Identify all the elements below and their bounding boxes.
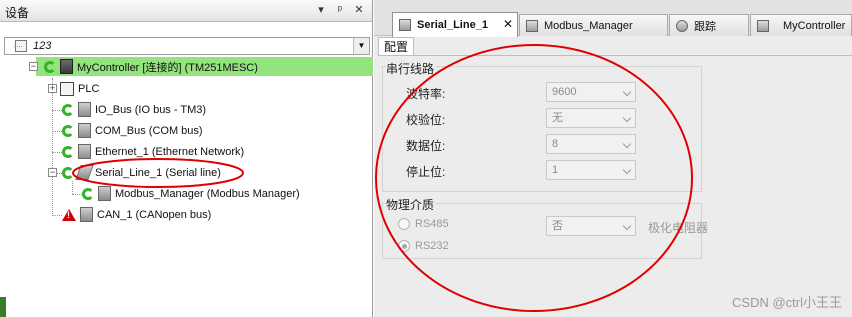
rs485-radio[interactable]: RS485 [398, 218, 449, 230]
physical-medium-group-title: 物理介质 [386, 196, 437, 213]
plc-logic-icon [60, 81, 74, 96]
editor-tabs: Serial_Line_1 ✕ Modbus_Manager 跟踪 MyCont… [374, 0, 852, 37]
chevron-down-icon[interactable]: ▼ [353, 38, 369, 54]
tab-label: Serial_Line_1 [417, 19, 488, 31]
tree-item-modbus-manager[interactable]: Modbus_Manager (Modbus Manager) [82, 184, 300, 203]
tab-mycontroller[interactable]: MyController [750, 14, 852, 36]
baud-rate-select[interactable]: 9600 [546, 82, 636, 102]
polarization-resistor-label: 极化电阻器 [648, 221, 709, 235]
can-bus-icon [80, 207, 93, 222]
tree-item-label: IO_Bus (IO bus - TM3) [95, 103, 207, 116]
tab-label: MyController [783, 19, 846, 32]
devices-panel-header: 设备 ▾ ᵖ ✕ [0, 0, 372, 22]
parity-value: 无 [552, 112, 563, 124]
radio-on-icon [398, 240, 410, 252]
tree-item-io-bus[interactable]: IO_Bus (IO bus - TM3) [62, 100, 206, 119]
tab-label: Modbus_Manager [544, 19, 633, 32]
collapse-icon[interactable]: − [29, 62, 38, 71]
chevron-down-icon [622, 221, 632, 231]
rs232-label: RS232 [415, 240, 449, 252]
rs232-radio[interactable]: RS232 [398, 240, 449, 252]
chevron-down-icon [622, 139, 632, 149]
tree-item-ethernet[interactable]: Ethernet_1 (Ethernet Network) [62, 142, 244, 161]
data-bits-select[interactable]: 8 [546, 134, 636, 154]
serial-port-icon [75, 165, 94, 180]
ethernet-icon [78, 144, 91, 159]
manager-icon [526, 19, 538, 32]
tab-config[interactable]: 配置 [378, 37, 415, 55]
manager-icon [98, 186, 111, 201]
chevron-down-icon [622, 87, 632, 97]
pin-icon[interactable]: ᵖ [333, 3, 347, 18]
tab-serial-line[interactable]: Serial_Line_1 ✕ [392, 12, 518, 37]
status-ok-icon [82, 187, 94, 200]
config-content: 串行线路 波特率: 9600 校验位: 无 数据位: 8 停止位: 1 物理介质… [378, 55, 852, 317]
tab-modbus-manager[interactable]: Modbus_Manager [519, 14, 668, 36]
warning-icon [62, 208, 76, 221]
chevron-down-icon [622, 165, 632, 175]
tree-item-label: Ethernet_1 (Ethernet Network) [95, 145, 245, 158]
tree-item-label: CAN_1 (CANopen bus) [97, 208, 212, 221]
termination-value: 否 [552, 220, 563, 232]
bus-icon [78, 102, 91, 117]
baud-rate-value: 9600 [552, 86, 577, 98]
baud-rate-label: 波特率: [406, 87, 446, 101]
close-panel-button[interactable]: ✕ [352, 3, 366, 18]
controller-icon [60, 59, 73, 74]
status-ok-icon [62, 103, 74, 116]
connected-status-icon [44, 60, 56, 73]
tree-item-mycontroller[interactable]: MyController [连接的] (TM251MESC) [36, 57, 373, 76]
collapse-icon[interactable]: − [48, 168, 57, 177]
tree-item-label: PLC [78, 82, 100, 95]
project-combo-value: 123 [33, 40, 52, 52]
tree-item-label: MyController [连接的] (TM251MESC) [77, 61, 258, 74]
bus-icon [78, 123, 91, 138]
status-strip [0, 297, 6, 317]
close-tab-icon[interactable]: ✕ [503, 17, 513, 31]
watermark: CSDN @ctrl小王王 [732, 295, 842, 310]
parity-select[interactable]: 无 [546, 108, 636, 128]
tree-item-plc[interactable]: PLC [50, 79, 99, 98]
tree-item-serial-line[interactable]: Serial_Line_1 (Serial line) [62, 163, 221, 182]
parity-label: 校验位: [406, 113, 446, 127]
project-combo[interactable]: 123 ▼ [4, 37, 370, 55]
serial-port-icon [399, 19, 411, 31]
editor-area: Serial_Line_1 ✕ Modbus_Manager 跟踪 MyCont… [374, 0, 852, 317]
devices-panel: 设备 ▾ ᵖ ✕ 123 ▼ MyController [连接的] (TM251… [0, 0, 373, 317]
controller-icon [757, 19, 769, 32]
tree-item-label: Modbus_Manager (Modbus Manager) [115, 187, 300, 200]
tab-label: 跟踪 [694, 20, 716, 33]
serial-line-group-title: 串行线路 [386, 60, 437, 77]
chevron-down-icon [622, 113, 632, 123]
tree-item-can[interactable]: CAN_1 (CANopen bus) [62, 205, 211, 224]
stop-bits-select[interactable]: 1 [546, 160, 636, 180]
tree-item-label: COM_Bus (COM bus) [95, 124, 203, 137]
status-ok-icon [62, 124, 74, 137]
rs485-label: RS485 [415, 218, 449, 230]
panel-menu-icon[interactable]: ▾ [314, 3, 328, 18]
tab-trace[interactable]: 跟踪 [669, 14, 749, 36]
expand-icon[interactable]: + [48, 84, 57, 93]
status-ok-icon [62, 166, 74, 179]
data-bits-label: 数据位: [406, 139, 446, 153]
radio-off-icon [398, 218, 410, 230]
trace-icon [676, 19, 688, 32]
stop-bits-value: 1 [552, 164, 559, 176]
data-bits-value: 8 [552, 138, 559, 150]
status-ok-icon [62, 145, 74, 158]
devices-panel-title: 设备 [5, 6, 30, 20]
tree-item-com-bus[interactable]: COM_Bus (COM bus) [62, 121, 203, 140]
stop-bits-label: 停止位: [406, 165, 446, 179]
tree-item-label: Serial_Line_1 (Serial line) [95, 166, 221, 179]
termination-select[interactable]: 否 [546, 216, 636, 236]
